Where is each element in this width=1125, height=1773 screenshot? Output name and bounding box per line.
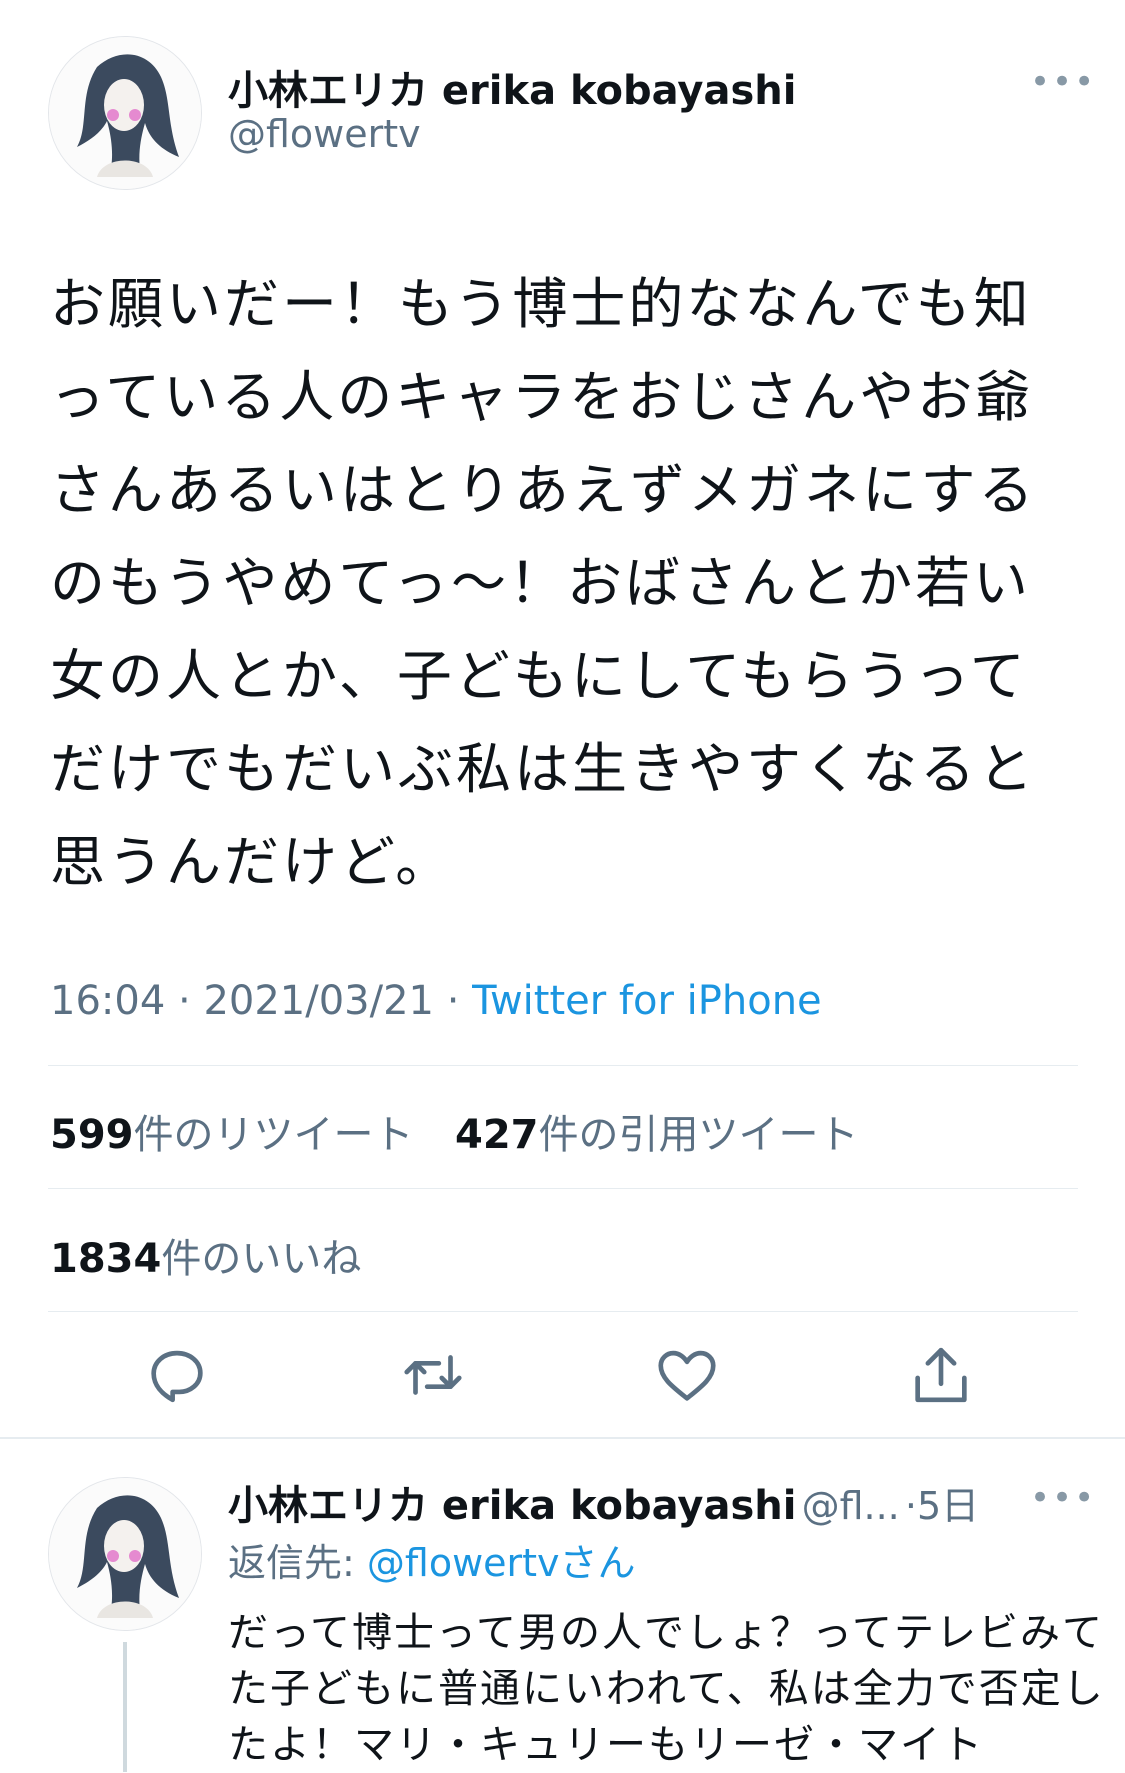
divider [48, 1065, 1078, 1066]
reply-to-line: 返信先: @flowertvさん [228, 1532, 636, 1587]
reply-author-handle[interactable]: @fl... [802, 1484, 900, 1528]
likes-stat[interactable]: 1834件のいいね [50, 1226, 361, 1284]
retweet-icon[interactable] [398, 1340, 468, 1410]
reply-icon[interactable] [142, 1340, 212, 1410]
reply-header: 小林エリカ erika kobayashi @fl... ·5日 [228, 1473, 979, 1531]
reply-text: だって博士って男の人でしょ？ってテレビみてた子どもに普通にいわれて、私は全力で否… [228, 1610, 1105, 1768]
author-handle[interactable]: @flowertv [228, 112, 421, 156]
meta-separator: · [165, 978, 204, 1024]
retweets-count: 599 [50, 1112, 134, 1158]
reply-author-name[interactable]: 小林エリカ erika kobayashi [228, 1483, 796, 1529]
tweet-source-link[interactable]: Twitter for iPhone [472, 978, 822, 1024]
retweets-label: 件のリツイート [133, 1112, 414, 1158]
likes-label: 件のいいね [161, 1236, 362, 1282]
reply-age: ·5日 [904, 1484, 980, 1528]
reply-author-avatar[interactable] [48, 1477, 202, 1631]
quotes-stat[interactable]: 427件の引用ツイート [455, 1102, 859, 1160]
reply-to-handle[interactable]: @flowertvさん [367, 1541, 636, 1585]
divider [48, 1188, 1078, 1189]
likes-count: 1834 [50, 1236, 162, 1282]
tweet-time: 16:04 [50, 978, 166, 1024]
section-divider [0, 1437, 1125, 1439]
author-avatar[interactable] [48, 36, 202, 190]
more-icon[interactable]: ••• [1030, 62, 1096, 102]
tweet-meta: 16:04 · 2021/03/21 · Twitter for iPhone [50, 978, 822, 1024]
tweet-text: お願いだー！もう博士的ななんでも知っている人のキャラをおじさんやお爺さんあるいは… [50, 272, 1037, 894]
quotes-count: 427 [455, 1112, 539, 1158]
thread-line [123, 1642, 127, 1772]
like-icon[interactable] [652, 1340, 722, 1410]
reply-to-prefix: 返信先: [228, 1541, 367, 1585]
share-icon[interactable] [906, 1340, 976, 1410]
tweet-date: 2021/03/21 [203, 978, 434, 1024]
divider [48, 1311, 1078, 1312]
author-name[interactable]: 小林エリカ erika kobayashi [228, 58, 796, 116]
quotes-label: 件の引用ツイート [538, 1112, 859, 1158]
meta-separator-2: · [433, 978, 473, 1024]
reply-more-icon[interactable]: ••• [1030, 1478, 1096, 1518]
retweets-stat[interactable]: 599件のリツイート [50, 1102, 414, 1160]
